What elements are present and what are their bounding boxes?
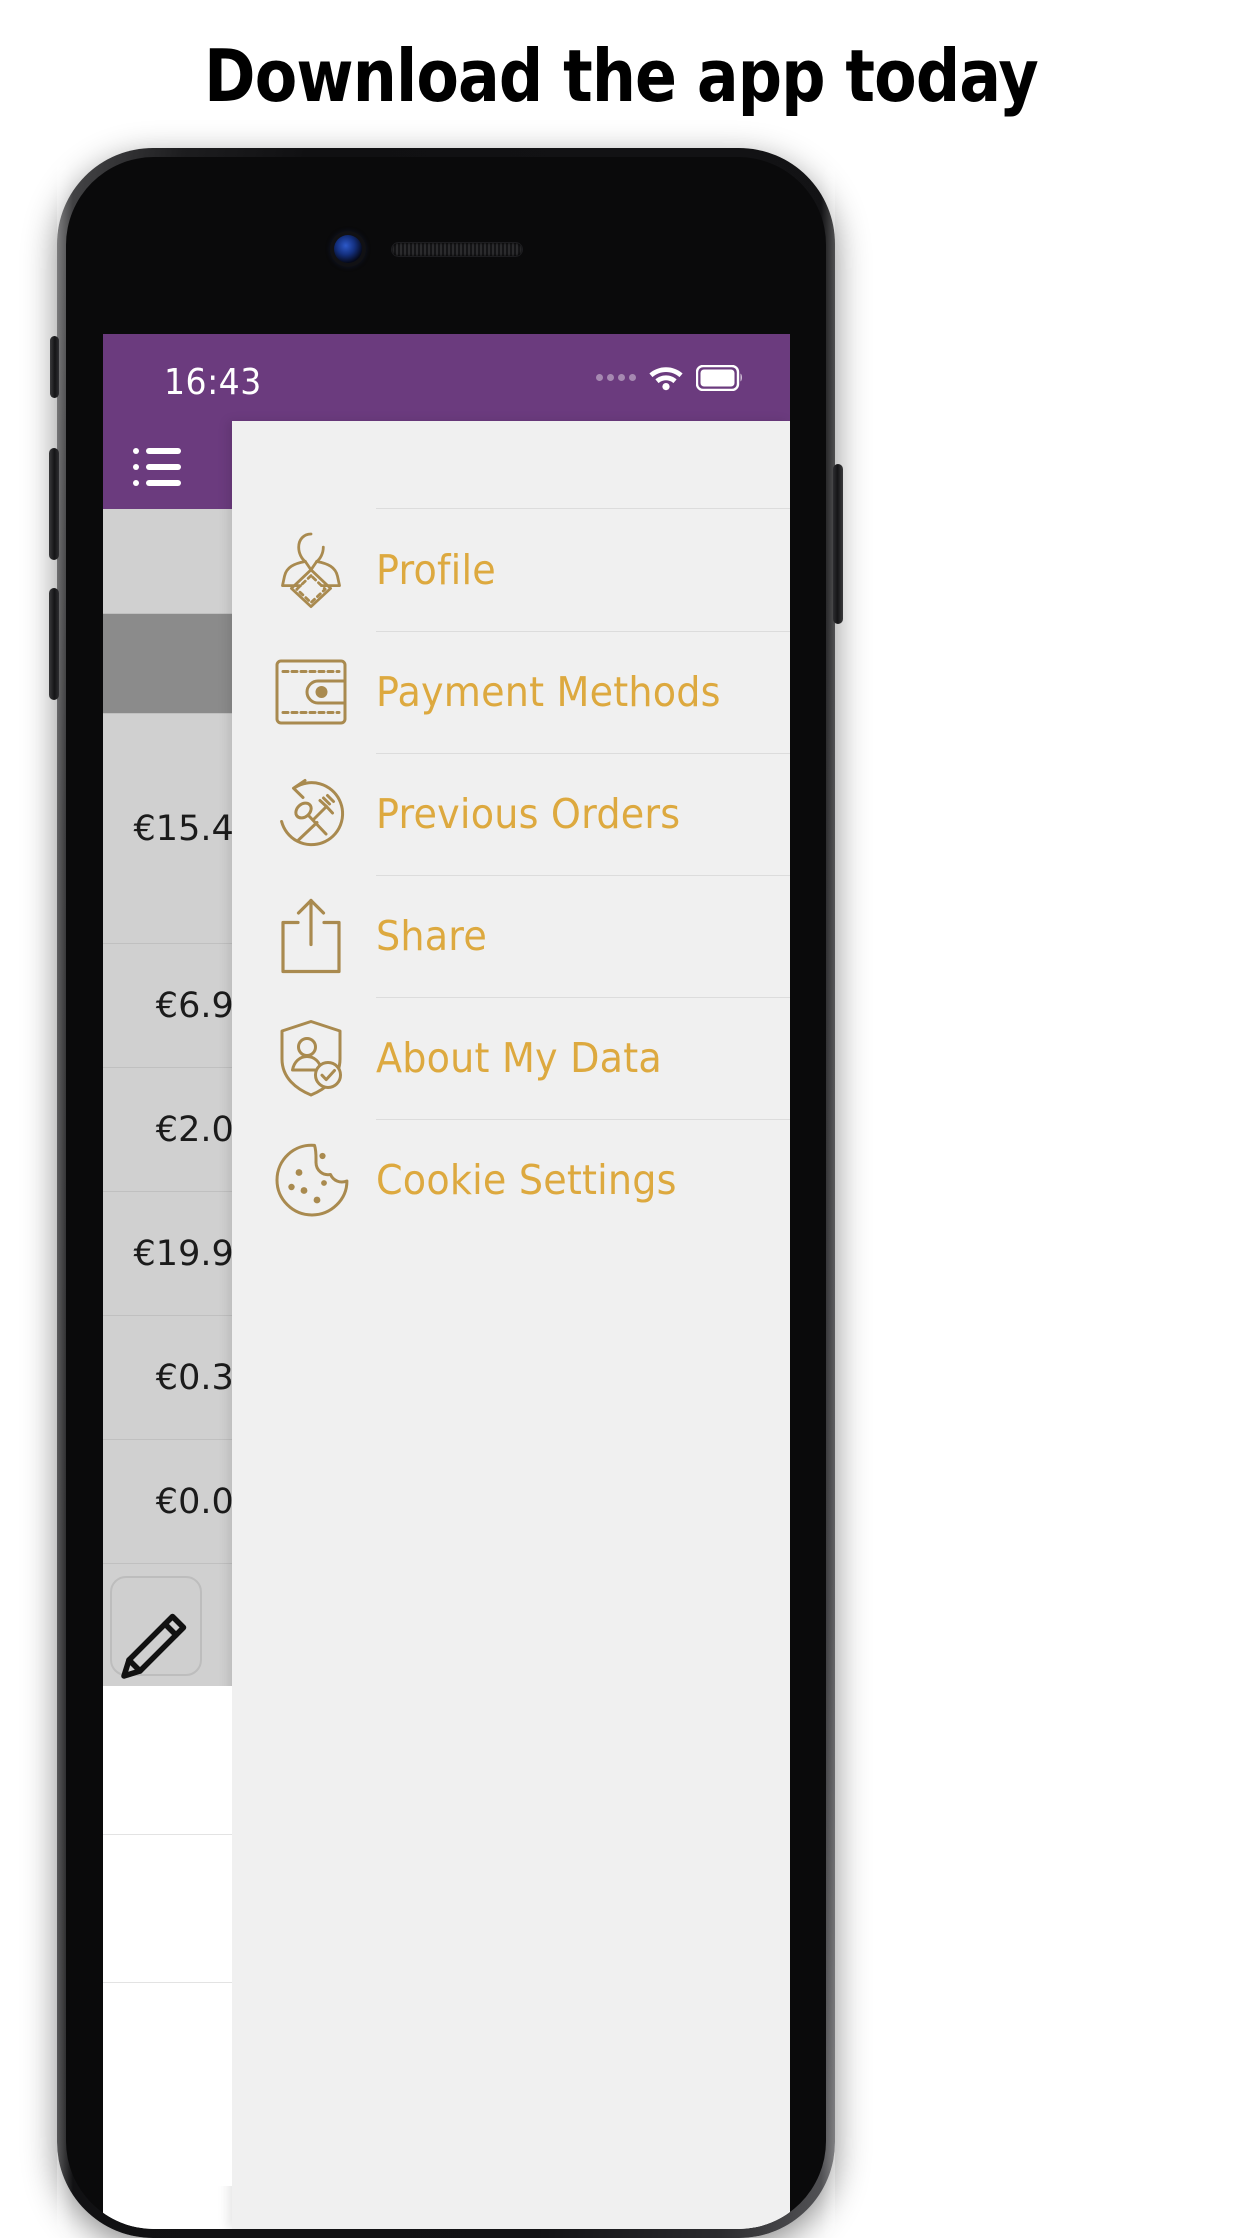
cookie-icon	[275, 1143, 349, 1217]
app-body: €15.45 €6.95 €2.00 €19.95 €0.35 €0.00 Profile…	[103, 421, 790, 2229]
volume-down-button[interactable]	[49, 588, 59, 700]
drawer-item-label-wrap: Cookie Settings	[376, 1119, 790, 1241]
drawer-item-icon-slot	[272, 897, 350, 975]
battery-full-icon	[696, 364, 742, 391]
mute-switch-button[interactable]	[50, 336, 59, 398]
drawer-header-spacer	[232, 421, 790, 509]
order-summary-row[interactable]: €6.95	[103, 943, 256, 1067]
list-menu-icon[interactable]	[133, 447, 181, 486]
status-bar-indicators	[596, 364, 744, 391]
navigation-drawer: Profile Payment Methods Previous Orders …	[232, 421, 790, 2229]
order-summary-row[interactable]: €19.95	[103, 1191, 256, 1315]
list-separator	[103, 1982, 232, 1983]
drawer-menu: Profile Payment Methods Previous Orders …	[232, 508, 790, 1241]
drawer-item-label-wrap: Payment Methods	[376, 631, 790, 754]
drawer-item-label-wrap: Profile	[376, 508, 790, 632]
status-bar: 16:43	[103, 334, 790, 421]
drawer-item-icon-slot	[272, 658, 350, 726]
front-camera-icon	[334, 235, 362, 263]
drawer-item-label-wrap: About My Data	[376, 997, 790, 1120]
drawer-menu-item-profile[interactable]: Profile	[232, 508, 790, 632]
drawer-menu-item-payment-methods[interactable]: Payment Methods	[232, 631, 790, 754]
order-summary-row[interactable]	[103, 613, 232, 713]
volume-up-button[interactable]	[49, 448, 59, 560]
phone-mockup: 16:43 €15.45 €6.95 €2.00 €19.95 €0.35 €0…	[49, 148, 843, 2238]
drawer-item-label: Payment Methods	[376, 667, 721, 716]
edit-order-cell	[103, 1563, 232, 1686]
signal-dots-icon	[596, 374, 636, 381]
order-summary-row[interactable]: €2.00	[103, 1067, 256, 1191]
drawer-menu-item-cookie-settings[interactable]: Cookie Settings	[232, 1119, 790, 1241]
drawer-menu-item-about-my-data[interactable]: About My Data	[232, 997, 790, 1120]
list-separator	[103, 1834, 232, 1835]
drawer-item-label: Cookie Settings	[376, 1156, 677, 1204]
status-bar-clock: 16:43	[164, 362, 262, 403]
app-top-bar	[103, 421, 232, 509]
order-summary-row[interactable]	[103, 509, 232, 613]
drawer-item-icon-slot	[272, 1142, 350, 1218]
order-history-cutlery-icon	[280, 779, 345, 847]
phone-screen-bezel: 16:43 €15.45 €6.95 €2.00 €19.95 €0.35 €0…	[66, 157, 826, 2229]
shield-privacy-icon	[280, 1020, 342, 1097]
drawer-menu-item-previous-orders[interactable]: Previous Orders	[232, 753, 790, 876]
order-summary-row[interactable]: €0.35	[103, 1315, 256, 1439]
order-summary-list: €15.45 €6.95 €2.00 €19.95 €0.35 €0.00	[103, 509, 256, 1686]
drawer-menu-item-share[interactable]: Share	[232, 875, 790, 998]
drawer-item-label-wrap: Previous Orders	[376, 753, 790, 876]
order-summary-row[interactable]: €0.00	[103, 1439, 256, 1563]
wallet-icon	[275, 659, 347, 725]
drawer-item-icon-slot	[272, 776, 350, 852]
pencil-edit-icon	[121, 1613, 187, 1679]
share-icon	[281, 898, 341, 974]
drawer-item-label: About My Data	[376, 1033, 662, 1082]
drawer-item-label: Previous Orders	[376, 789, 681, 838]
earpiece-speaker-icon	[392, 243, 522, 256]
profile-person-icon	[281, 532, 341, 608]
power-button[interactable]	[833, 464, 843, 624]
drawer-item-icon-slot	[272, 1018, 350, 1098]
order-summary-row[interactable]: €15.45	[103, 713, 256, 943]
drawer-item-label-wrap: Share	[376, 875, 790, 998]
drawer-item-icon-slot	[272, 531, 350, 609]
edit-order-button[interactable]	[110, 1576, 202, 1679]
wifi-icon	[649, 367, 683, 391]
drawer-item-label: Share	[376, 911, 487, 960]
drawer-item-label: Profile	[376, 546, 496, 594]
page-title: Download the app today	[204, 34, 1039, 118]
order-list-empty-area	[103, 1686, 232, 2186]
app-screen: 16:43 €15.45 €6.95 €2.00 €19.95 €0.35 €0…	[103, 334, 790, 2229]
